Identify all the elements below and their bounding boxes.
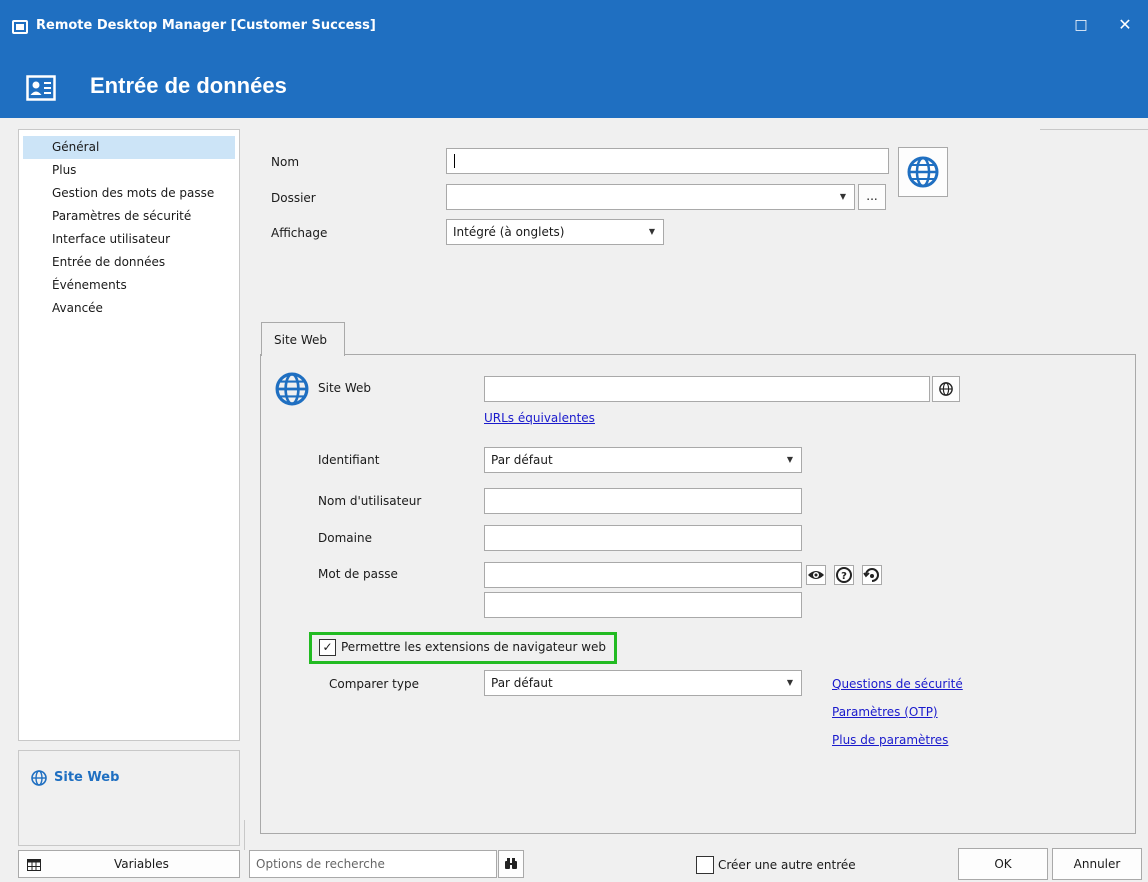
divider	[1040, 129, 1148, 130]
browser-extensions-label[interactable]: Permettre les extensions de navigateur w…	[341, 640, 606, 654]
window-header: Remote Desktop Manager [Customer Success…	[0, 0, 1148, 118]
generate-password-button[interactable]: ?	[834, 565, 854, 585]
affichage-value: Intégré (à onglets)	[453, 225, 565, 239]
chevron-down-icon: ▼	[786, 455, 793, 464]
more-settings-link[interactable]: Plus de paramètres	[832, 733, 948, 747]
security-questions-link[interactable]: Questions de sécurité	[832, 677, 963, 691]
identifiant-combo[interactable]: Par défaut ▼	[484, 447, 802, 473]
comparer-type-value: Par défaut	[491, 676, 553, 690]
cancel-button[interactable]: Annuler	[1052, 848, 1142, 880]
tab-site-web[interactable]: Site Web	[261, 322, 345, 356]
sidebar-item-events[interactable]: Événements	[19, 274, 239, 297]
create-another-label[interactable]: Créer une autre entrée	[718, 858, 856, 872]
binoculars-icon	[505, 858, 517, 869]
sidebar-nav: Général Plus Gestion des mots de passe P…	[18, 129, 240, 741]
globe-icon	[939, 382, 953, 396]
close-button[interactable]: ✕	[1110, 14, 1140, 36]
grid-icon	[27, 859, 41, 871]
svg-text:?: ?	[841, 571, 847, 582]
nom-input[interactable]	[446, 148, 889, 174]
sidebar-item-advanced[interactable]: Avancée	[19, 297, 239, 320]
site-web-input[interactable]	[484, 376, 930, 402]
window-title: Remote Desktop Manager [Customer Success…	[36, 18, 376, 33]
show-password-button[interactable]	[806, 565, 826, 585]
site-web-label: Site Web	[318, 381, 372, 395]
password-generator-icon: ?	[836, 567, 852, 583]
username-input[interactable]	[484, 488, 802, 514]
sidebar-item-security-settings[interactable]: Paramètres de sécurité	[19, 205, 239, 228]
create-another-checkbox[interactable]	[696, 856, 714, 874]
sidebar-item-password-management[interactable]: Gestion des mots de passe	[19, 182, 239, 205]
username-label: Nom d'utilisateur	[318, 494, 422, 508]
globe-icon	[31, 770, 47, 786]
password-history-button[interactable]	[862, 565, 882, 585]
chevron-down-icon: ▼	[839, 192, 846, 201]
search-button[interactable]	[498, 850, 524, 878]
sidebar-item-data-entry[interactable]: Entrée de données	[19, 251, 239, 274]
browser-extensions-checkbox[interactable]: ✓	[319, 639, 336, 656]
chevron-down-icon: ▼	[786, 678, 793, 687]
nom-label: Nom	[271, 155, 300, 169]
history-icon	[863, 568, 879, 582]
search-options-input[interactable]: Options de recherche	[249, 850, 497, 878]
sidebar-item-user-interface[interactable]: Interface utilisateur	[19, 228, 239, 251]
comparer-type-label: Comparer type	[329, 677, 419, 691]
ok-button[interactable]: OK	[958, 848, 1048, 880]
page-title: Entrée de données	[90, 73, 287, 98]
password-input[interactable]	[484, 562, 802, 588]
otp-settings-link[interactable]: Paramètres (OTP)	[832, 705, 938, 719]
variables-label: Variables	[114, 857, 169, 871]
contact-card-icon	[26, 75, 56, 101]
sidebar-item-general[interactable]: Général	[23, 136, 235, 159]
affichage-combo[interactable]: Intégré (à onglets) ▼	[446, 219, 664, 245]
comparer-type-combo[interactable]: Par défaut ▼	[484, 670, 802, 696]
dossier-combo[interactable]: ▼	[446, 184, 855, 210]
identifiant-value: Par défaut	[491, 453, 553, 467]
chevron-down-icon: ▼	[648, 227, 655, 236]
maximize-button[interactable]: □	[1066, 14, 1096, 36]
domaine-input[interactable]	[484, 525, 802, 551]
globe-icon	[275, 372, 309, 406]
sidebar-item-plus[interactable]: Plus	[19, 159, 239, 182]
password-confirm-input[interactable]	[484, 592, 802, 618]
identifiant-label: Identifiant	[318, 453, 380, 467]
divider	[244, 820, 245, 850]
affichage-label: Affichage	[271, 226, 328, 240]
entry-type-label: Site Web	[54, 770, 120, 785]
open-url-button[interactable]	[932, 376, 960, 402]
dossier-label: Dossier	[271, 191, 316, 205]
text-caret	[454, 154, 455, 168]
dossier-browse-button[interactable]: ...	[858, 184, 886, 210]
equivalent-urls-link[interactable]: URLs équivalentes	[484, 411, 595, 425]
variables-button[interactable]: Variables	[18, 850, 240, 878]
eye-icon	[808, 571, 824, 579]
password-label: Mot de passe	[318, 567, 398, 581]
entry-icon-button[interactable]	[898, 147, 948, 197]
domaine-label: Domaine	[318, 531, 372, 545]
globe-icon	[907, 156, 939, 188]
entry-type-pane: Site Web	[18, 750, 240, 846]
app-icon	[12, 20, 28, 34]
search-options-placeholder: Options de recherche	[256, 857, 385, 871]
